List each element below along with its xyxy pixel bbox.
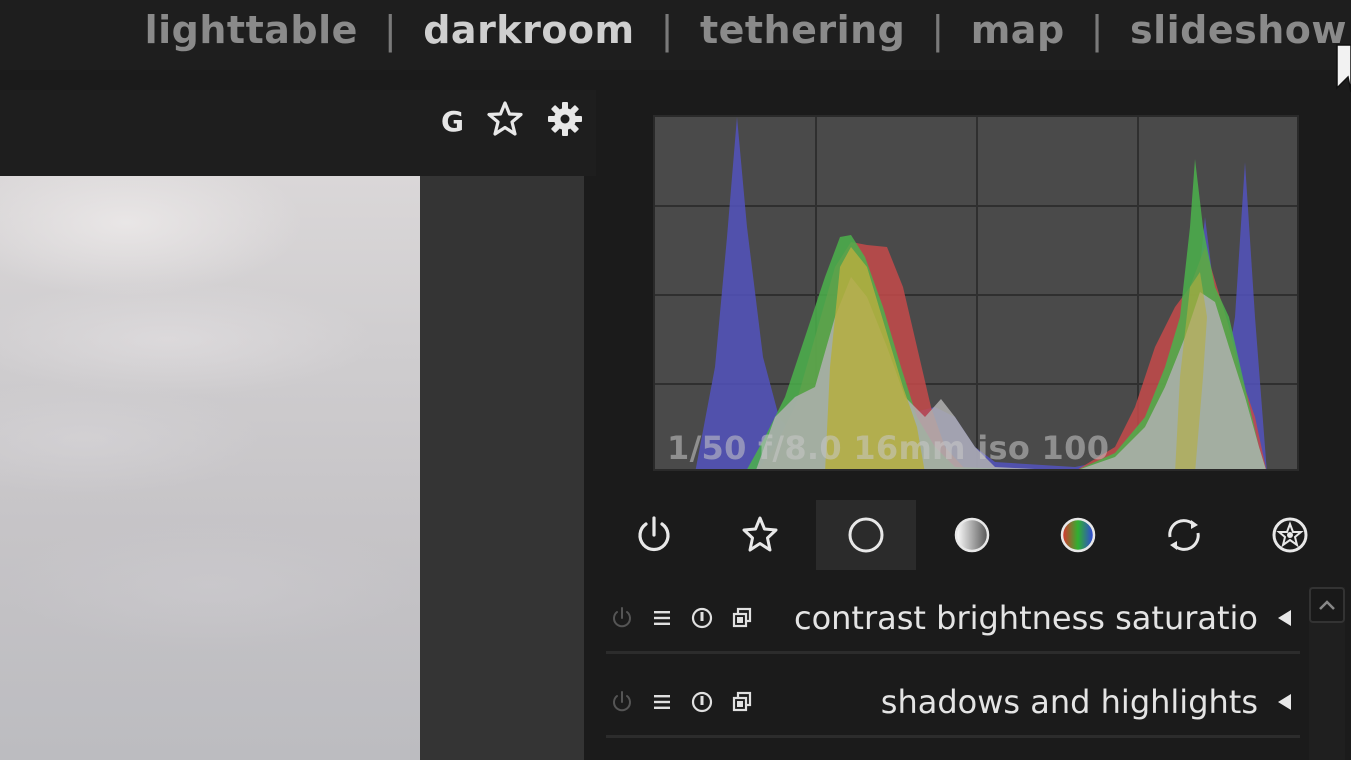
module-shadows-and-highlights[interactable]: shadows and highlights (606, 666, 1300, 738)
star-icon[interactable] (486, 100, 524, 142)
chevron-up-icon (1319, 600, 1335, 610)
color-wheel-icon (1060, 517, 1096, 553)
module-multi-instance-icon[interactable] (730, 690, 754, 714)
module-presets-icon[interactable] (650, 690, 674, 714)
view-separator: | (931, 8, 945, 52)
group-active-modules[interactable] (604, 500, 704, 570)
image-canvas[interactable] (0, 176, 584, 760)
view-switcher-bar: lighttable | darkroom | tethering | map … (0, 0, 1351, 70)
exif-info: 1/50 f/8.0 16mm iso 100 (667, 429, 1110, 467)
group-basic[interactable] (816, 500, 916, 570)
view-tethering[interactable]: tethering (700, 8, 905, 52)
view-separator: | (660, 8, 674, 52)
expand-arrow-icon[interactable] (1276, 582, 1294, 654)
histogram[interactable]: 1/50 f/8.0 16mm iso 100 (653, 115, 1299, 471)
view-lighttable[interactable]: lighttable (145, 8, 358, 52)
gradient-circle-icon (954, 517, 990, 553)
view-slideshow[interactable]: slideshow (1130, 8, 1347, 52)
right-panel: 1/50 f/8.0 16mm iso 100 contrast brightn… (596, 70, 1351, 760)
arrows-circle-icon (1168, 519, 1200, 551)
view-separator: | (383, 8, 398, 52)
darktable-window: lighttable | darkroom | tethering | map … (0, 0, 1351, 760)
group-color[interactable] (1028, 500, 1128, 570)
module-reset-icon[interactable] (690, 690, 714, 714)
module-label: contrast brightness saturatio (793, 599, 1258, 637)
module-group-bar (596, 498, 1351, 572)
group-favorites[interactable] (710, 500, 810, 570)
group-tone[interactable] (922, 500, 1022, 570)
view-map[interactable]: map (971, 8, 1065, 52)
module-reset-icon[interactable] (690, 606, 714, 630)
modules-scrollbar[interactable] (1309, 587, 1345, 760)
center-toolbar-icons: G (441, 100, 584, 142)
grouping-button[interactable]: G (441, 105, 464, 138)
view-darkroom[interactable]: darkroom (423, 8, 634, 52)
effect-circle-icon (1272, 517, 1308, 553)
module-label: shadows and highlights (880, 683, 1258, 721)
view-separator: | (1090, 8, 1104, 52)
center-toolbar: G (0, 90, 596, 176)
module-contrast-brightness-saturation[interactable]: contrast brightness saturatio (606, 582, 1300, 654)
module-multi-instance-icon[interactable] (730, 606, 754, 630)
star-outline-icon (742, 516, 778, 552)
mouse-cursor (1336, 44, 1351, 98)
photo-preview[interactable] (0, 176, 420, 760)
view-switcher: lighttable | darkroom | tethering | map … (145, 8, 1347, 52)
circle-icon (848, 517, 884, 553)
module-separator (606, 735, 1300, 738)
expand-arrow-icon[interactable] (1276, 666, 1294, 738)
panel-gutter (584, 176, 596, 760)
module-separator (606, 651, 1300, 654)
group-effect[interactable] (1240, 500, 1340, 570)
module-power-icon[interactable] (610, 690, 634, 714)
group-correct[interactable] (1134, 500, 1234, 570)
module-power-icon[interactable] (610, 606, 634, 630)
gear-icon[interactable] (546, 100, 584, 142)
module-controls (610, 582, 754, 654)
scroll-up-button[interactable] (1309, 587, 1345, 623)
module-controls (610, 666, 754, 738)
histogram-graph (655, 117, 1297, 469)
power-icon (638, 516, 670, 552)
module-presets-icon[interactable] (650, 606, 674, 630)
